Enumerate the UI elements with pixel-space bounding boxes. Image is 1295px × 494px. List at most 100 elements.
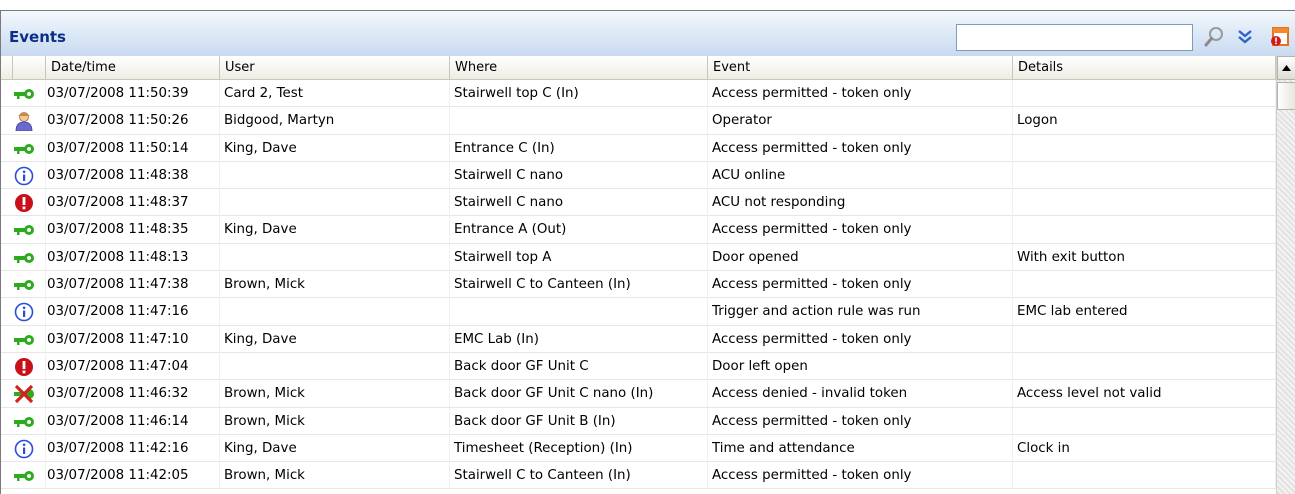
user-cell: King, Dave: [220, 325, 450, 353]
table-row[interactable]: 03/07/2008 11:42:16 King, Dave Timesheet (…: [1, 434, 1276, 463]
panel-title: Events: [9, 28, 66, 46]
event-type-cell: [1, 407, 46, 435]
event-cell: Door left open: [708, 352, 1013, 380]
scroll-up-arrow-icon: [1282, 65, 1291, 71]
details-cell: [1013, 271, 1276, 299]
column-header-row: Date/time User Where Event Details: [1, 56, 1276, 80]
column-header-details[interactable]: Details: [1013, 56, 1276, 79]
table-row[interactable]: 03/07/2008 11:46:32 Brown, Mick Back door …: [1, 380, 1276, 408]
vertical-scrollbar[interactable]: [1276, 56, 1295, 494]
table-row[interactable]: 03/07/2008 11:50:26 Bidgood, Martyn Operat…: [1, 107, 1276, 135]
table-row[interactable]: 03/07/2008 11:48:37 Stairwell C nano ACU n…: [1, 189, 1276, 217]
details-cell: Access level not valid: [1013, 380, 1276, 408]
event-cell: Access permitted - token only: [708, 80, 1013, 107]
table-row[interactable]: 03/07/2008 11:47:04 Back door GF Unit C Do…: [1, 352, 1276, 381]
datetime-cell: 03/07/2008 11:47:38: [46, 271, 220, 299]
details-cell: [1013, 189, 1276, 217]
event-cell: Operator: [708, 107, 1013, 135]
table-row[interactable]: 03/07/2008 11:48:13 Stairwell top A Door o…: [1, 243, 1276, 272]
table-row[interactable]: 03/07/2008 11:47:10 King, Dave EMC Lab (In…: [1, 325, 1276, 353]
table-row[interactable]: 03/07/2008 11:48:35 King, Dave Entrance A …: [1, 216, 1276, 244]
scroll-up-button[interactable]: [1277, 56, 1295, 80]
search-icon[interactable]: [1202, 24, 1226, 50]
where-cell: Back door GF Unit C nano (In): [450, 380, 708, 408]
datetime-cell: 03/07/2008 11:50:14: [46, 134, 220, 162]
where-cell: Back door GF Unit B (In): [450, 407, 708, 435]
table-row[interactable]: 03/07/2008 11:48:38 Stairwell C nano ACU o…: [1, 161, 1276, 190]
event-cell: Access permitted - token only: [708, 407, 1013, 435]
event-cell: Access permitted - token only: [708, 271, 1013, 299]
datetime-cell: 03/07/2008 11:46:14: [46, 407, 220, 435]
datetime-cell: 03/07/2008 11:48:38: [46, 161, 220, 189]
user-cell: [220, 352, 450, 380]
event-type-cell: [1, 161, 46, 189]
user-cell: Card 2, Test: [220, 80, 450, 107]
user-cell: [220, 189, 450, 217]
row-selector-header: [1, 56, 13, 79]
user-cell: [220, 243, 450, 271]
event-type-cell: [1, 80, 46, 107]
details-cell: Logon: [1013, 107, 1276, 135]
event-cell: ACU not responding: [708, 189, 1013, 217]
event-cell: Trigger and action rule was run: [708, 298, 1013, 326]
user-cell: King, Dave: [220, 216, 450, 244]
user-cell: King, Dave: [220, 434, 450, 462]
where-cell: EMC Lab (In): [450, 325, 708, 353]
details-cell: [1013, 352, 1276, 380]
datetime-cell: 03/07/2008 11:48:13: [46, 243, 220, 271]
column-header-user[interactable]: User: [220, 56, 450, 79]
event-type-cell: [1, 189, 46, 217]
where-cell: Stairwell top A: [450, 243, 708, 271]
where-cell: Entrance C (In): [450, 134, 708, 162]
datetime-cell: 03/07/2008 11:47:16: [46, 298, 220, 326]
events-panel: Events Date/time User Where Event Detail…: [0, 10, 1295, 494]
column-header-datetime[interactable]: Date/time: [46, 56, 220, 79]
event-type-cell: [1, 216, 46, 244]
where-cell: Entrance A (Out): [450, 216, 708, 244]
table-row[interactable]: 03/07/2008 11:46:14 Brown, Mick Back door …: [1, 407, 1276, 435]
details-cell: [1013, 134, 1276, 162]
icon-column-header[interactable]: [13, 56, 46, 79]
datetime-cell: 03/07/2008 11:50:26: [46, 107, 220, 135]
details-cell: [1013, 462, 1276, 490]
details-cell: [1013, 407, 1276, 435]
double-chevron-down-icon[interactable]: [1233, 24, 1257, 50]
table-row[interactable]: 03/07/2008 11:50:14 King, Dave Entrance C …: [1, 134, 1276, 162]
column-header-where[interactable]: Where: [450, 56, 708, 79]
where-cell: Stairwell C nano: [450, 189, 708, 217]
event-type-cell: [1, 298, 46, 326]
table-row[interactable]: 03/07/2008 11:47:38 Brown, Mick Stairwell …: [1, 271, 1276, 299]
event-type-cell: [1, 243, 46, 271]
datetime-cell: 03/07/2008 11:42:05: [46, 462, 220, 490]
table-row[interactable]: 03/07/2008 11:47:16 Trigger and action ru…: [1, 298, 1276, 326]
table-row[interactable]: 03/07/2008 11:42:05 Brown, Mick Stairwell …: [1, 462, 1276, 490]
table-row[interactable]: 03/07/2008 11:50:39 Card 2, Test Stairwell…: [1, 80, 1276, 108]
where-cell: Stairwell C to Canteen (In): [450, 462, 708, 490]
user-cell: Brown, Mick: [220, 462, 450, 490]
event-type-cell: [1, 380, 46, 408]
user-cell: Brown, Mick: [220, 407, 450, 435]
where-cell: Back door GF Unit C: [450, 352, 708, 380]
datetime-cell: 03/07/2008 11:48:35: [46, 216, 220, 244]
details-cell: EMC lab entered: [1013, 298, 1276, 326]
event-cell: Access permitted - token only: [708, 325, 1013, 353]
details-cell: [1013, 325, 1276, 353]
where-cell: Stairwell C to Canteen (In): [450, 271, 708, 299]
event-cell: Access permitted - token only: [708, 216, 1013, 244]
column-header-event[interactable]: Event: [708, 56, 1013, 79]
scroll-thumb[interactable]: [1277, 82, 1295, 110]
event-cell: ACU online: [708, 161, 1013, 189]
event-type-cell: [1, 462, 46, 490]
user-cell: Brown, Mick: [220, 380, 450, 408]
where-cell: Timesheet (Reception) (In): [450, 434, 708, 462]
event-type-cell: [1, 352, 46, 380]
where-cell: Stairwell top C (In): [450, 80, 708, 107]
search-input[interactable]: [956, 24, 1193, 51]
details-cell: [1013, 80, 1276, 107]
datetime-cell: 03/07/2008 11:46:32: [46, 380, 220, 408]
calendar-alert-icon[interactable]: [1267, 24, 1291, 50]
datetime-cell: 03/07/2008 11:50:39: [46, 80, 220, 107]
user-cell: King, Dave: [220, 134, 450, 162]
datetime-cell: 03/07/2008 11:47:04: [46, 352, 220, 380]
details-cell: Clock in: [1013, 434, 1276, 462]
